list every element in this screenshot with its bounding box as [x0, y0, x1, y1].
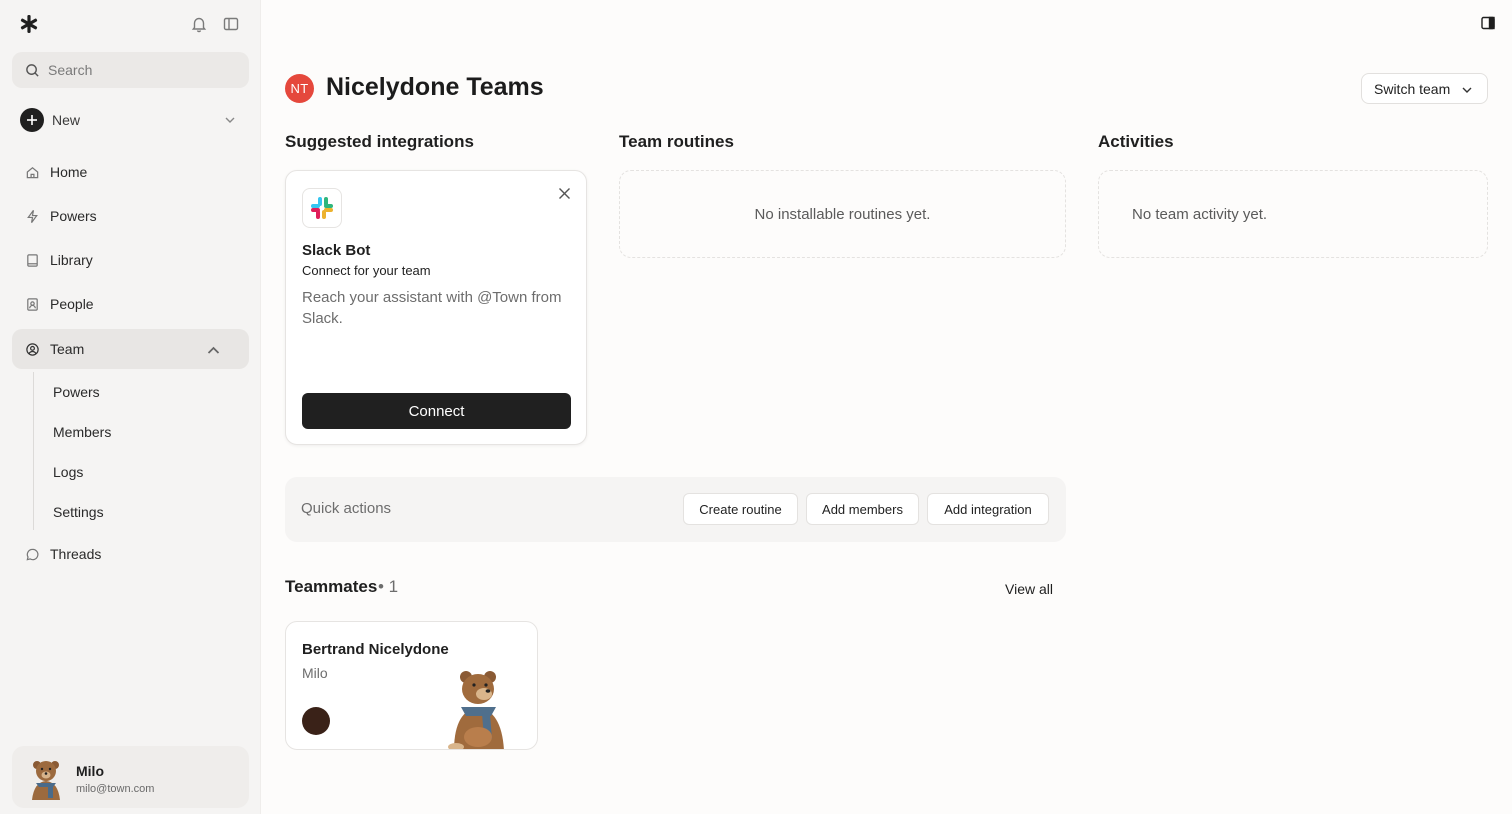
section-title-activities: Activities — [1098, 132, 1174, 151]
sidebar-item-library[interactable]: Library — [12, 240, 249, 280]
add-members-button[interactable]: Add members — [806, 493, 919, 525]
search-bar[interactable] — [12, 52, 249, 88]
teammate-avatar — [302, 707, 330, 735]
integration-name: Slack Bot — [302, 242, 371, 259]
new-label: New — [52, 112, 81, 128]
teammates-title: Teammates — [285, 577, 378, 596]
new-button[interactable]: New — [20, 108, 242, 132]
add-integration-button[interactable]: Add integration — [927, 493, 1049, 525]
sidebar-subitem-logs[interactable]: Logs — [53, 464, 83, 480]
user-circle-icon — [26, 342, 39, 356]
section-title-routines: Team routines — [619, 132, 734, 151]
slack-logo-icon — [302, 188, 342, 228]
contact-card-icon — [27, 297, 38, 311]
sidebar-item-people[interactable]: People — [12, 284, 249, 324]
bell-icon[interactable] — [190, 15, 208, 33]
sidebar-item-label: People — [50, 296, 94, 312]
user-email: milo@town.com — [76, 783, 155, 795]
activities-empty-state: No team activity yet. — [1098, 170, 1488, 258]
right-panel-toggle-icon[interactable] — [1481, 16, 1495, 30]
bear-illustration-icon — [448, 671, 504, 749]
quick-actions-bar: Quick actions Create routine Add members… — [285, 477, 1066, 542]
teammate-card[interactable]: Bertrand Nicelydone Milo — [285, 621, 538, 750]
section-title-integrations: Suggested integrations — [285, 132, 474, 151]
chat-bubble-icon — [26, 548, 39, 561]
sidebar-item-threads[interactable]: Threads — [12, 534, 249, 574]
quick-actions-label: Quick actions — [301, 500, 392, 517]
sidebar-item-team[interactable]: Team — [12, 329, 249, 369]
sidebar-item-label: Team — [50, 341, 85, 357]
page-title: Nicelydone Teams — [326, 73, 544, 101]
subnav-guide-line — [33, 372, 34, 530]
user-name: Milo — [76, 763, 104, 779]
sidebar-item-label: Powers — [50, 208, 97, 224]
switch-team-label: Switch team — [1374, 80, 1451, 97]
search-input[interactable] — [48, 62, 228, 78]
connect-button[interactable]: Connect — [302, 393, 571, 429]
close-icon[interactable] — [558, 187, 571, 200]
switch-team-button[interactable]: Switch team — [1361, 73, 1488, 104]
book-icon — [27, 253, 38, 267]
team-avatar-badge: NT — [285, 74, 314, 103]
chevron-up-icon[interactable] — [206, 343, 221, 358]
home-icon — [26, 166, 39, 178]
teammate-role: Milo — [302, 665, 328, 681]
search-icon — [26, 63, 39, 77]
integration-subtitle: Connect for your team — [302, 263, 431, 278]
sidebar-subitem-powers[interactable]: Powers — [53, 384, 100, 400]
routines-empty-state: No installable routines yet. — [619, 170, 1066, 258]
create-routine-button[interactable]: Create routine — [683, 493, 798, 525]
view-all-link[interactable]: View all — [1005, 581, 1053, 597]
sidebar-subitem-members[interactable]: Members — [53, 424, 111, 440]
teammate-name: Bertrand Nicelydone — [302, 641, 449, 658]
bear-avatar-icon — [32, 761, 60, 800]
sidebar: New Home Powers Library People Team Powe… — [0, 0, 261, 814]
chevron-down-icon — [1462, 87, 1472, 93]
app-logo-icon[interactable] — [19, 14, 39, 34]
chevron-down-icon[interactable] — [224, 114, 236, 126]
sidebar-item-powers[interactable]: Powers — [12, 196, 249, 236]
sidebar-item-home[interactable]: Home — [12, 152, 249, 192]
sidebar-toggle-icon[interactable] — [222, 15, 240, 33]
integration-card-slack: Slack Bot Connect for your team Reach yo… — [285, 170, 587, 445]
sidebar-item-label: Home — [50, 164, 88, 180]
teammates-count: • 1 — [378, 577, 399, 596]
plus-icon — [20, 108, 44, 132]
sidebar-item-label: Library — [50, 252, 93, 268]
lightning-icon — [27, 209, 38, 223]
sidebar-item-label: Threads — [50, 546, 102, 562]
integration-description: Reach your assistant with @Town from Sla… — [302, 289, 562, 327]
sidebar-subitem-settings[interactable]: Settings — [53, 504, 104, 520]
user-profile-card[interactable]: Milo milo@town.com — [12, 746, 249, 808]
